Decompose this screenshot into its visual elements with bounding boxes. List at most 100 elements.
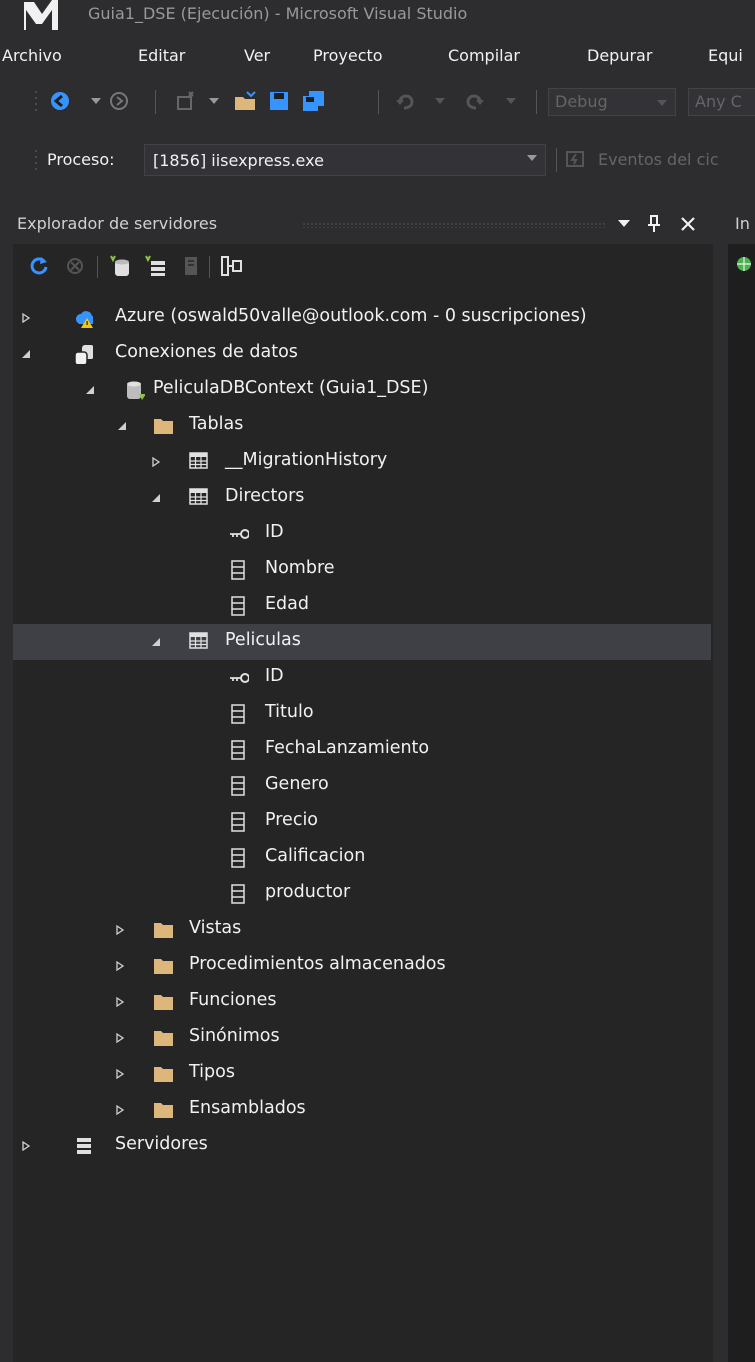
server-icon [77, 1138, 91, 1154]
pin-icon[interactable] [647, 215, 661, 233]
chevron-down-icon [91, 98, 101, 104]
expand-arrow-icon[interactable] [115, 1105, 125, 1115]
new-project-button[interactable] [172, 88, 200, 114]
menu-proyecto[interactable]: Proyecto [313, 46, 383, 65]
open-file-button[interactable] [232, 88, 260, 114]
connect-to-database-icon[interactable] [109, 254, 133, 278]
tree-node-servers[interactable]: Servidores [13, 1128, 711, 1164]
tree-node-label: Sinónimos [189, 1026, 280, 1046]
close-icon[interactable] [680, 216, 696, 232]
menu-editar[interactable]: Editar [138, 46, 185, 65]
tree-node-column-key[interactable]: ID [13, 660, 711, 696]
tree-node-column[interactable]: FechaLanzamiento [13, 732, 711, 768]
undo-button[interactable] [392, 88, 418, 114]
tree-node-label: PeliculaDBContext (Guia1_DSE) [153, 378, 429, 398]
tree-node-label: Tablas [189, 414, 244, 434]
save-all-button[interactable] [300, 88, 328, 114]
tree-node-table-peliculas[interactable]: Peliculas [13, 624, 711, 660]
tree-node-azure[interactable]: Azure (oswald50valle@outlook.com - 0 sus… [13, 300, 711, 336]
expand-arrow-icon[interactable] [115, 1069, 125, 1079]
tree-node-column[interactable]: Nombre [13, 552, 711, 588]
connect-to-sharepoint-icon[interactable] [179, 254, 201, 278]
lifecycle-events-button[interactable]: Eventos del cic [598, 150, 719, 169]
back-arrow-icon [51, 92, 69, 110]
redo-dropdown[interactable] [505, 88, 517, 114]
expand-arrow-icon[interactable] [151, 457, 161, 467]
collapse-arrow-icon[interactable] [151, 493, 161, 503]
tree-node-tables-folder[interactable]: Tablas [13, 408, 711, 444]
tree-node-folder-types[interactable]: Tipos [13, 1056, 711, 1092]
tree-node-column[interactable]: productor [13, 876, 711, 912]
tree-node-folder-stored-procedures[interactable]: Procedimientos almacenados [13, 948, 711, 984]
expand-arrow-icon[interactable] [115, 1033, 125, 1043]
tree-node-folder-synonyms[interactable]: Sinónimos [13, 1020, 711, 1056]
menu-depurar[interactable]: Depurar [587, 46, 652, 65]
tree-node-data-connections[interactable]: Conexiones de datos [13, 336, 711, 372]
refresh-icon[interactable] [29, 256, 49, 276]
tree-node-label: FechaLanzamiento [265, 738, 430, 758]
tree-node-folder-assemblies[interactable]: Ensamblados [13, 1092, 711, 1128]
expand-arrow-icon[interactable] [21, 313, 31, 323]
window-position-dropdown-icon[interactable] [618, 220, 630, 228]
column-icon [231, 884, 245, 904]
web-browser-icon[interactable] [736, 256, 752, 272]
new-project-dropdown[interactable] [208, 88, 220, 114]
panel-drag-grip[interactable] [302, 222, 607, 228]
tree-node-column[interactable]: Calificacion [13, 840, 711, 876]
server-explorer-toolbar [13, 244, 713, 288]
solution-platform-combo[interactable]: Any C [688, 88, 755, 116]
expand-arrow-icon[interactable] [115, 997, 125, 1007]
back-dropdown[interactable] [90, 88, 102, 114]
right-panel-title[interactable]: In [735, 214, 750, 233]
debug-location-toolbar: Proceso: [1856] iisexpress.exe Eventos d… [0, 138, 755, 182]
tree-node-table-directors[interactable]: Directors [13, 480, 711, 516]
folder-icon [154, 419, 173, 434]
connect-to-server-icon[interactable] [144, 254, 168, 278]
tree-node-label: Funciones [189, 990, 277, 1010]
menu-compilar[interactable]: Compilar [448, 46, 520, 65]
panel-header: Explorador de servidores [13, 204, 713, 244]
solution-configuration-combo[interactable]: Debug [548, 88, 676, 116]
tree-node-folder-vistas[interactable]: Vistas [13, 912, 711, 948]
tree-node-label: Directors [225, 486, 305, 506]
back-button[interactable] [48, 88, 72, 114]
column-icon [231, 704, 245, 724]
collapse-arrow-icon[interactable] [117, 421, 127, 431]
collapse-arrow-icon[interactable] [151, 637, 161, 647]
platform-value: Any C [695, 92, 742, 111]
forward-button[interactable] [108, 88, 130, 114]
save-button[interactable] [266, 88, 292, 114]
tree-node-database-connection[interactable]: PeliculaDBContext (Guia1_DSE) [13, 372, 711, 408]
tree-node-label: Servidores [115, 1134, 208, 1154]
forward-arrow-icon [110, 92, 128, 110]
collapse-arrow-icon[interactable] [85, 385, 95, 395]
expand-arrow-icon[interactable] [115, 925, 125, 935]
lifecycle-events-icon [566, 151, 584, 167]
tree-node-column-key[interactable]: ID [13, 516, 711, 552]
menu-archivo[interactable]: Archivo [2, 46, 62, 65]
tree-node-folder-functions[interactable]: Funciones [13, 984, 711, 1020]
tree-node-table-migration-history[interactable]: __MigrationHistory [13, 444, 711, 480]
column-icon [231, 740, 245, 760]
properties-icon[interactable] [219, 255, 243, 277]
tree-node-column[interactable]: Edad [13, 588, 711, 624]
folder-icon [154, 923, 173, 938]
tree-node-column[interactable]: Genero [13, 768, 711, 804]
menu-equipo[interactable]: Equi [708, 46, 743, 65]
menu-ver[interactable]: Ver [244, 46, 270, 65]
toolbar-separator [155, 90, 156, 114]
process-combo[interactable]: [1856] iisexpress.exe [144, 144, 546, 176]
open-folder-icon [235, 91, 256, 110]
toolbar-separator [536, 90, 537, 114]
redo-icon [466, 94, 484, 110]
expand-arrow-icon[interactable] [115, 961, 125, 971]
tree-node-label: ID [265, 666, 284, 686]
expand-arrow-icon[interactable] [21, 1141, 31, 1151]
tree-node-column[interactable]: Precio [13, 804, 711, 840]
redo-button[interactable] [462, 88, 488, 114]
undo-dropdown[interactable] [434, 88, 446, 114]
tree-node-column[interactable]: Titulo [13, 696, 711, 732]
stop-refresh-icon[interactable] [65, 256, 85, 276]
process-label: Proceso: [47, 150, 115, 169]
collapse-arrow-icon[interactable] [21, 349, 31, 359]
